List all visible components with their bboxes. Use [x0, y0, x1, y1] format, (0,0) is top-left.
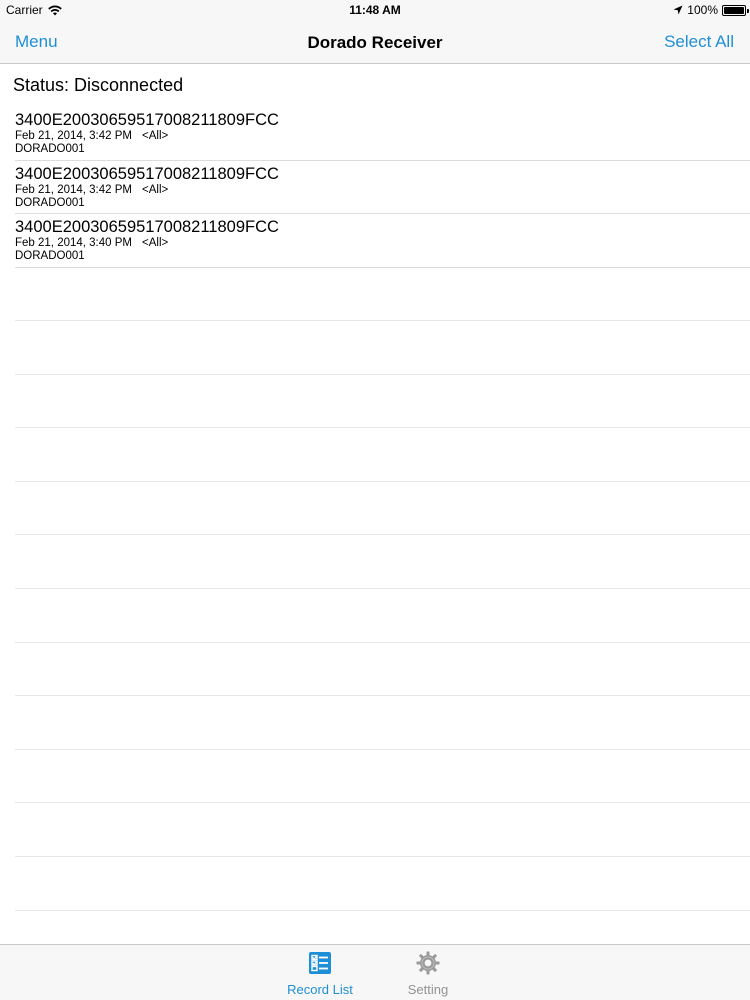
- record-device: DORADO001: [15, 143, 85, 155]
- record-device: DORADO001: [15, 250, 85, 262]
- list-item[interactable]: 3400E20030659517008211809FCC Feb 21, 201…: [0, 214, 750, 268]
- select-all-button[interactable]: Select All: [664, 32, 734, 52]
- empty-row: [0, 589, 750, 643]
- battery-percent: 100%: [687, 3, 718, 17]
- empty-row: [0, 696, 750, 750]
- empty-row: [0, 482, 750, 536]
- record-device: DORADO001: [15, 196, 85, 209]
- tab-setting[interactable]: Setting: [383, 951, 473, 997]
- record-datetime: Feb 21, 2014, 3:42 PM: [15, 183, 132, 196]
- record-datetime: Feb 21, 2014, 3:40 PM: [15, 237, 132, 249]
- list-item[interactable]: 3400E20030659517008211809FCC Feb 21, 201…: [0, 161, 750, 215]
- empty-row: [0, 268, 750, 322]
- record-list: 3400E2003065951700821​1809FCC Feb 21, 20…: [0, 107, 750, 911]
- record-id: 3400E2003065951700821​1809FCC: [15, 111, 279, 129]
- record-datetime: Feb 21, 2014, 3:42 PM: [15, 130, 132, 142]
- empty-row: [0, 857, 750, 911]
- empty-row: [0, 428, 750, 482]
- status-bar-time: 11:48 AM: [349, 3, 401, 17]
- record-tag: <All>: [142, 130, 169, 142]
- tab-record-list-label: Record List: [287, 982, 353, 997]
- tab-bar: Record List Setting: [0, 944, 750, 1000]
- location-arrow-icon: [673, 5, 683, 15]
- empty-row: [0, 321, 750, 375]
- empty-row: [0, 535, 750, 589]
- navigation-bar: Menu Dorado Receiver Select All: [0, 20, 750, 64]
- record-tag: <All>: [142, 237, 169, 249]
- battery-tip: [747, 8, 749, 13]
- empty-row: [0, 750, 750, 804]
- record-meta: Feb 21, 2014, 3:40 PM <All>: [15, 237, 750, 250]
- record-tag: <All>: [142, 183, 169, 196]
- page-title: Dorado Receiver: [307, 33, 443, 52]
- tab-record-list[interactable]: Record List: [275, 951, 365, 997]
- record-list-icon: [309, 952, 331, 974]
- record-id: 3400E20030659517008211809FCC: [15, 164, 279, 183]
- empty-row: [0, 643, 750, 697]
- record-meta: Feb 21, 2014, 3:42 PM <All>: [15, 184, 750, 197]
- record-id: 3400E20030659517008211809FCC: [15, 218, 279, 236]
- empty-row: [0, 803, 750, 857]
- connection-status: Status: Disconnected: [13, 75, 184, 95]
- battery-fill: [724, 6, 744, 14]
- battery-icon: [722, 4, 749, 16]
- status-bar-right: 100%: [673, 3, 749, 17]
- empty-row: [0, 375, 750, 429]
- gear-icon: [416, 951, 440, 975]
- tab-setting-label: Setting: [407, 982, 449, 997]
- status-bar: Carrier 11:48 AM 100%: [0, 0, 750, 20]
- list-item[interactable]: 3400E2003065951700821​1809FCC Feb 21, 20…: [0, 107, 750, 161]
- record-meta: Feb 21, 2014, 3:42 PM <All>: [15, 130, 750, 143]
